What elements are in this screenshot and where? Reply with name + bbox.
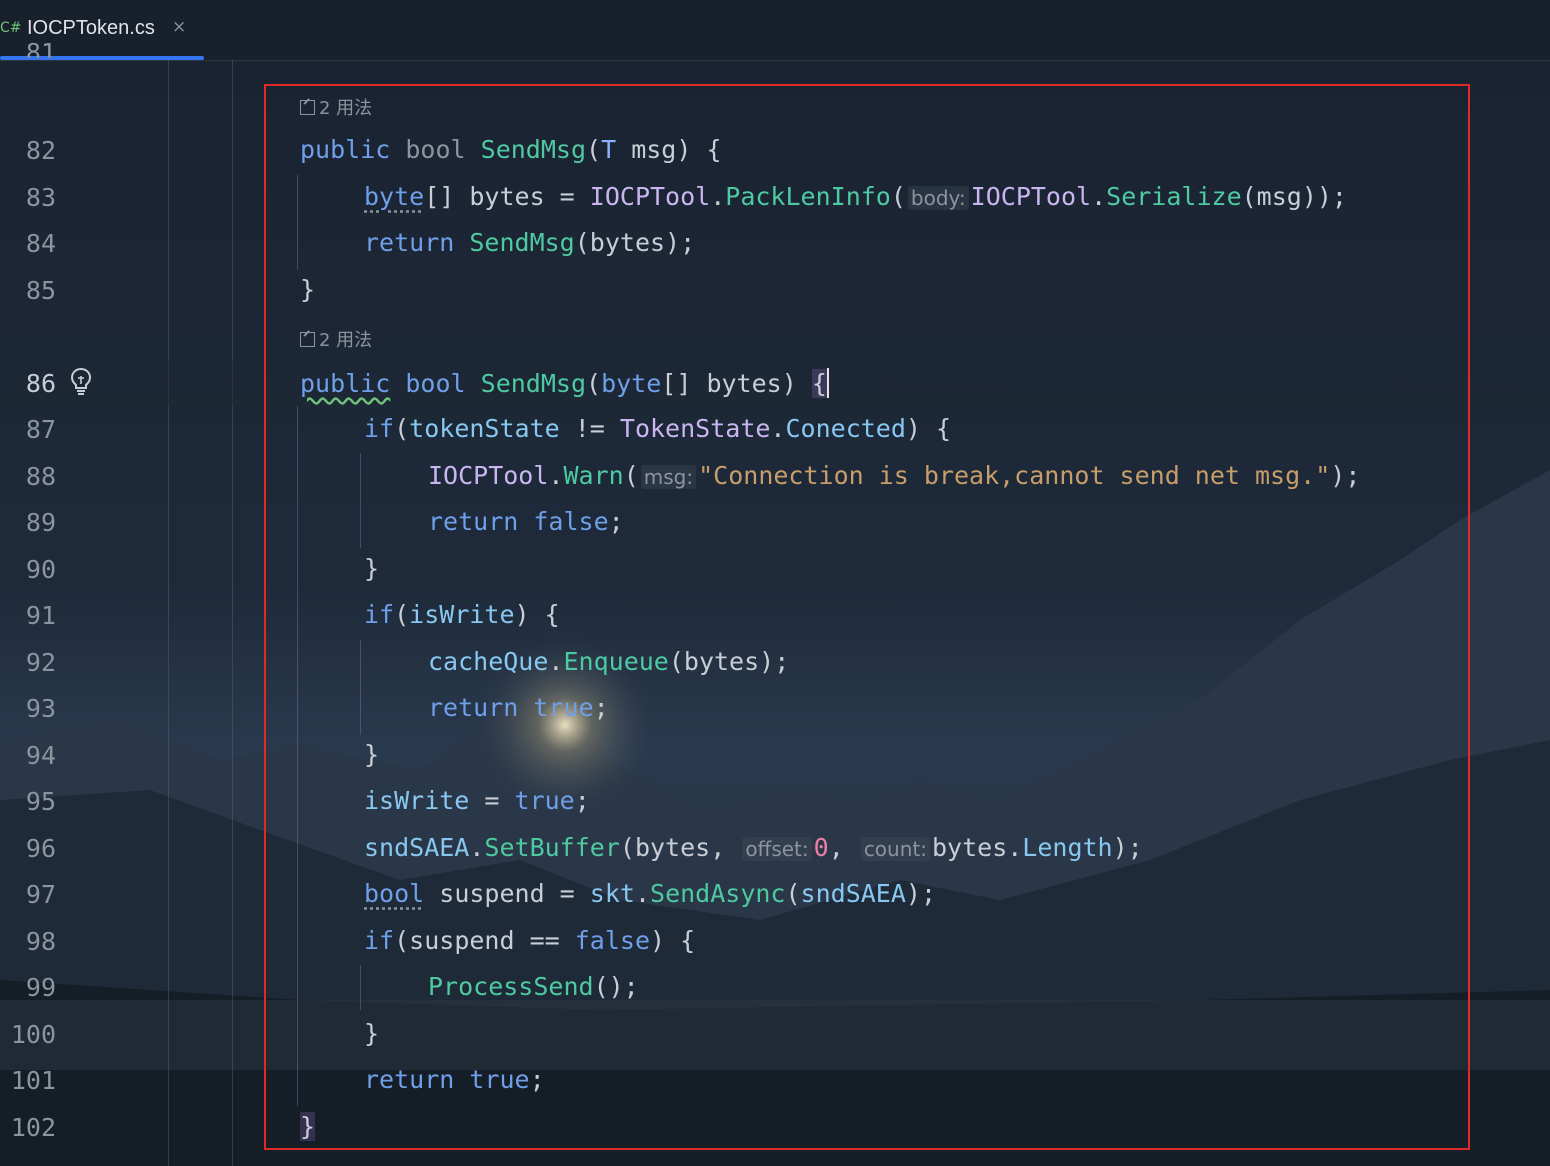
csharp-file-icon: C# (0, 20, 22, 36)
line-number: 82 (25, 136, 56, 165)
line-number: 92 (25, 648, 56, 677)
line-number: 91 (25, 601, 56, 630)
line-number: 81 (25, 38, 56, 58)
line-number: 86 (25, 369, 56, 398)
highlight-annotation-box (264, 84, 1470, 1150)
line-number: 94 (25, 741, 56, 770)
close-icon[interactable]: × (172, 17, 186, 37)
line-number: 96 (25, 834, 56, 863)
line-number: 89 (25, 508, 56, 537)
line-number: 85 (25, 276, 56, 305)
line-number: 88 (25, 462, 56, 491)
line-number: 102 (10, 1113, 56, 1142)
line-number: 101 (10, 1066, 56, 1095)
line-number: 99 (25, 973, 56, 1002)
line-number: 87 (25, 415, 56, 444)
line-number: 97 (25, 880, 56, 909)
gutter-separator (168, 60, 169, 1166)
tab-title: IOCPToken.cs (27, 17, 155, 39)
line-number: 90 (25, 555, 56, 584)
line-number: 83 (25, 183, 56, 212)
line-number: 93 (25, 694, 56, 723)
line-number: 95 (25, 787, 56, 816)
lightbulb-icon[interactable] (68, 366, 94, 396)
line-number: 84 (25, 229, 56, 258)
editor-tab-bar: C# IOCPToken.cs × (0, 0, 1550, 61)
gutter-separator (232, 60, 233, 1166)
line-number: 100 (10, 1020, 56, 1049)
line-number: 98 (25, 927, 56, 956)
